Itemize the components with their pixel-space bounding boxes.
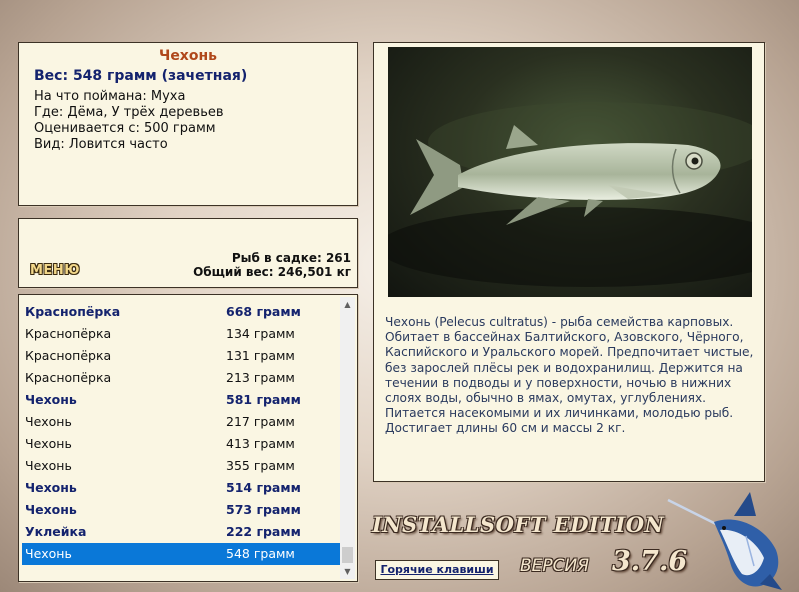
kind-text: Вид: Ловится часто <box>34 137 168 152</box>
list-item[interactable]: Краснопёрка 131 грамм <box>22 345 340 367</box>
list-item-weight: 134 грамм <box>226 326 295 341</box>
list-item-fish-name: Чехонь <box>25 414 72 429</box>
list-item-weight: 548 грамм <box>226 546 295 561</box>
fish-in-net-count: Рыб в садке: 261 <box>231 251 351 265</box>
catch-list-panel: Краснопёрка 668 грамм Краснопёрка 134 грамм… <box>18 294 358 582</box>
caught-on-text: На что поймана: Муха <box>34 89 186 104</box>
list-item-fish-name: Чехонь <box>25 546 72 561</box>
list-item-weight: 217 грамм <box>226 414 295 429</box>
catch-list: Краснопёрка 668 грамм Краснопёрка 134 грамм… <box>22 301 340 565</box>
fish-name-title: Чехонь <box>159 48 217 64</box>
menu-button[interactable]: МЕНЮ <box>30 263 80 278</box>
list-item-fish-name: Чехонь <box>25 458 72 473</box>
fish-details-panel: Чехонь (Pelecus cultratus) - рыба семейс… <box>373 42 765 482</box>
total-weight: Общий вес: 246,501 кг <box>193 265 351 279</box>
list-item-weight: 514 грамм <box>226 480 301 495</box>
scrollbar-thumb[interactable] <box>342 547 353 563</box>
list-item-weight: 131 грамм <box>226 348 295 363</box>
list-scrollbar[interactable]: ▲ ▼ <box>340 297 355 579</box>
list-item[interactable]: Чехонь 413 грамм <box>22 433 340 455</box>
list-item-fish-name: Краснопёрка <box>25 304 121 319</box>
list-item-fish-name: Краснопёрка <box>25 348 112 363</box>
list-item-weight: 213 грамм <box>226 370 295 385</box>
sabrefish-photo <box>388 47 752 297</box>
list-item[interactable]: Уклейка 222 грамм <box>22 521 340 543</box>
fish-weight: Вес: 548 грамм (зачетная) <box>34 68 248 84</box>
list-item-fish-name: Краснопёрка <box>25 370 112 385</box>
list-item-fish-name: Краснопёрка <box>25 326 112 341</box>
fish-description: Чехонь (Pelecus cultratus) - рыба семейс… <box>385 315 754 436</box>
list-item-fish-name: Чехонь <box>25 392 77 407</box>
list-item-weight: 668 грамм <box>226 304 301 319</box>
list-item[interactable]: Чехонь 355 грамм <box>22 455 340 477</box>
list-item-weight: 573 грамм <box>226 502 301 517</box>
list-item[interactable]: Краснопёрка 668 грамм <box>22 301 340 323</box>
list-item[interactable]: Чехонь 548 грамм <box>22 543 340 565</box>
list-item[interactable]: Чехонь 217 грамм <box>22 411 340 433</box>
list-item[interactable]: Чехонь 514 грамм <box>22 477 340 499</box>
marlin-logo-icon <box>664 486 794 592</box>
scroll-up-arrow-icon[interactable]: ▲ <box>340 297 355 312</box>
list-item-weight: 413 грамм <box>226 436 295 451</box>
fish-info-panel: Чехонь Вес: 548 грамм (зачетная) На что … <box>18 42 358 206</box>
scroll-down-arrow-icon[interactable]: ▼ <box>340 564 355 579</box>
hotkeys-button[interactable]: Горячие клавиши <box>375 560 499 580</box>
list-item-fish-name: Уклейка <box>25 524 87 539</box>
list-item-weight: 222 грамм <box>226 524 301 539</box>
version-label: ВЕРСИЯ <box>520 556 590 576</box>
list-item[interactable]: Чехонь 581 грамм <box>22 389 340 411</box>
list-item-weight: 355 грамм <box>226 458 295 473</box>
list-item[interactable]: Чехонь 573 грамм <box>22 499 340 521</box>
edition-logo-text: INSTALLSOFT EDITION <box>372 512 665 537</box>
list-item-fish-name: Чехонь <box>25 480 77 495</box>
list-item[interactable]: Краснопёрка 213 грамм <box>22 367 340 389</box>
list-item-weight: 581 грамм <box>226 392 301 407</box>
list-item-fish-name: Чехонь <box>25 436 72 451</box>
stats-panel: МЕНЮ Рыб в садке: 261 Общий вес: 246,501… <box>18 218 358 288</box>
list-item-fish-name: Чехонь <box>25 502 77 517</box>
location-text: Где: Дёма, У трёх деревьев <box>34 105 224 120</box>
list-item[interactable]: Краснопёрка 134 грамм <box>22 323 340 345</box>
valued-from-text: Оценивается с: 500 грамм <box>34 121 216 136</box>
